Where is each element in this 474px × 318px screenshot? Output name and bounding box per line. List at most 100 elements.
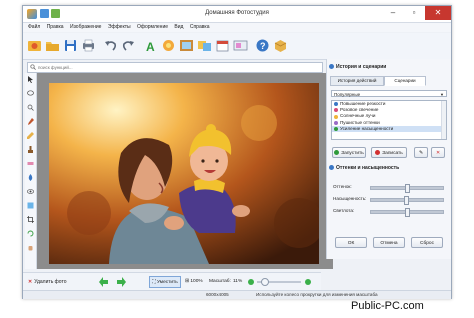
run-button[interactable]: Запустить	[332, 147, 366, 158]
open-wizard-icon[interactable]	[27, 38, 42, 53]
minimize-button[interactable]: –	[383, 6, 403, 20]
frames-icon[interactable]	[179, 38, 194, 53]
box-icon[interactable]	[273, 38, 288, 53]
panel-tabs: История действий Сценарии	[330, 76, 448, 86]
panel-header: История и сценарии	[327, 63, 451, 71]
search-input[interactable]	[38, 63, 318, 71]
zoom-tool-icon[interactable]	[27, 104, 34, 111]
saturation-slider[interactable]	[370, 196, 444, 205]
edit-scenario-button[interactable]: ✎	[414, 147, 428, 158]
lasso-tool-icon[interactable]	[27, 90, 34, 97]
print-icon[interactable]	[81, 38, 96, 53]
edit-icon: ✎	[418, 151, 424, 156]
list-scrollbar[interactable]	[441, 101, 446, 139]
scale-label: Масштаб:	[209, 279, 231, 284]
chevron-down-icon: ▼	[440, 92, 444, 97]
delete-photo-button[interactable]: ✕ Удалить фото	[28, 277, 66, 287]
ok-button-label: ОК	[347, 241, 355, 246]
crop-tool-icon[interactable]	[27, 216, 34, 223]
watermark: Public-PC.com	[351, 300, 424, 312]
hue-slider[interactable]	[370, 184, 444, 193]
delete-photo-label: Удалить фото	[34, 279, 67, 285]
saturation-slider-row: Насыщенность:	[333, 195, 447, 205]
blur-tool-icon[interactable]	[27, 174, 34, 181]
list-item[interactable]: Усиление насыщенности	[332, 125, 446, 132]
lightness-slider-row: Светлота:	[333, 207, 447, 217]
brush-tool-icon[interactable]	[27, 118, 34, 125]
zoom-100-button[interactable]: ⊞ 100%	[185, 277, 203, 287]
lightness-slider-thumb[interactable]	[405, 208, 410, 217]
lightness-slider[interactable]	[370, 208, 444, 217]
main-toolbar: A ?	[23, 33, 451, 60]
redo-icon[interactable]	[121, 38, 136, 53]
image-canvas[interactable]	[37, 73, 333, 269]
rotate-tool-icon[interactable]	[27, 230, 34, 237]
saturation-label: Насыщенность:	[333, 196, 367, 201]
category-select[interactable]: Популярные ▼	[331, 90, 447, 97]
cancel-button[interactable]: Отмена	[373, 237, 405, 248]
hue-slider-thumb[interactable]	[405, 184, 410, 193]
reset-button-label: Сброс	[420, 241, 434, 246]
save-icon[interactable]	[63, 38, 78, 53]
maximize-button[interactable]: ▫	[404, 6, 424, 20]
scenario-bullet-icon	[334, 126, 338, 131]
tab-scenarios[interactable]: Сценарии	[384, 76, 426, 86]
lightness-label: Светлота:	[333, 208, 355, 213]
record-button[interactable]: Записать	[371, 147, 407, 158]
hand-tool-icon[interactable]	[27, 244, 34, 251]
delete-scenario-button[interactable]: ✕	[431, 147, 445, 158]
open-folder-icon[interactable]	[45, 38, 60, 53]
svg-text:?: ?	[260, 41, 266, 51]
zoom-100-label: 100%	[190, 279, 203, 284]
bottom-toolbar: ✕ Удалить фото ⛶ Уместить ⊞ 100% Масштаб:…	[23, 272, 321, 291]
history-scenarios-panel: История и сценарии История действий Сцен…	[326, 59, 451, 259]
adjust-header-icon	[329, 165, 334, 170]
stamp-tool-icon[interactable]	[27, 146, 34, 153]
fit-button[interactable]: ⛶ Уместить	[149, 276, 181, 288]
gradient-tool-icon[interactable]	[27, 202, 34, 209]
cancel-button-label: Отмена	[380, 241, 398, 246]
eye-tool-icon[interactable]	[26, 188, 35, 195]
hue-slider-row: Оттенок:	[333, 183, 447, 193]
menu-design[interactable]: Оформление	[137, 23, 168, 32]
next-photo-icon[interactable]	[116, 277, 126, 287]
pencil-tool-icon[interactable]	[27, 132, 34, 139]
adjust-header-label: Оттенки и насыщенность	[336, 165, 400, 171]
menu-help[interactable]: Справка	[190, 23, 210, 32]
panel-header-icon	[329, 64, 334, 69]
zoom-slider-thumb[interactable]	[261, 278, 269, 286]
zoom-slider[interactable]	[257, 278, 301, 286]
zoom-out-icon[interactable]	[248, 279, 254, 285]
app-window: Домашняя Фотостудия – ▫ ✕ Файл Правка Из…	[22, 5, 452, 299]
menu-file[interactable]: Файл	[28, 23, 40, 32]
eraser-tool-icon[interactable]	[27, 160, 34, 167]
collage-icon[interactable]	[197, 38, 212, 53]
effects-icon[interactable]	[161, 38, 176, 53]
run-button-label: Запустить	[341, 151, 364, 156]
menu-image[interactable]: Изображение	[70, 23, 102, 32]
list-item-label: Пушистые оттенки	[340, 119, 380, 125]
text-icon[interactable]: A	[143, 38, 158, 54]
undo-icon[interactable]	[103, 38, 118, 53]
calendar-icon[interactable]	[215, 38, 230, 53]
zoom-in-icon[interactable]	[305, 279, 311, 285]
ok-button[interactable]: ОК	[335, 237, 367, 248]
menu-bar: Файл Правка Изображение Эффекты Оформлен…	[23, 23, 451, 32]
scenario-list: Повышение резкости Розовое свечение Солн…	[331, 100, 447, 140]
pointer-tool-icon[interactable]	[27, 76, 34, 83]
image-dimensions: 6000x4005	[206, 292, 229, 297]
previous-photo-icon[interactable]	[99, 277, 109, 287]
play-icon	[334, 149, 340, 155]
tab-history[interactable]: История действий	[330, 76, 384, 86]
reset-button[interactable]: Сброс	[411, 237, 443, 248]
help-icon[interactable]: ?	[255, 38, 270, 53]
menu-edit[interactable]: Правка	[47, 23, 64, 32]
menu-effects[interactable]: Эффекты	[108, 23, 131, 32]
fit-label: Уместить	[156, 280, 178, 285]
category-value: Популярные	[334, 92, 361, 97]
record-icon	[375, 149, 381, 155]
close-button[interactable]: ✕	[425, 6, 451, 20]
saturation-slider-thumb[interactable]	[404, 196, 409, 205]
postcard-icon[interactable]	[233, 38, 248, 53]
menu-view[interactable]: Вид	[174, 23, 183, 32]
